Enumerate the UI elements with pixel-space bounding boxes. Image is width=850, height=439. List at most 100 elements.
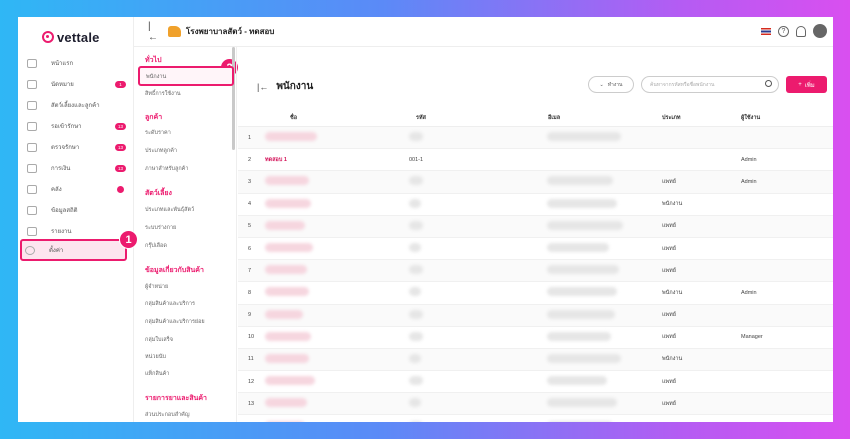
row-index: 9: [248, 312, 252, 319]
staff-email: [547, 220, 662, 232]
staff-name[interactable]: ทดสอบ 1: [265, 156, 409, 164]
sidebar-item-statistics[interactable]: ข้อมูลสถิติ: [24, 201, 128, 219]
search-icon[interactable]: [765, 80, 772, 87]
submenu-item-species[interactable]: ประเภทและพันธุ์สัตว์: [145, 206, 194, 214]
redacted-email: [547, 132, 621, 142]
staff-role: Admin: [741, 289, 757, 296]
staff-code: [409, 198, 547, 210]
logo[interactable]: vettale: [42, 29, 100, 45]
submenu-item-receipt-groups[interactable]: กลุ่มใบเสร็จ: [145, 336, 173, 344]
sidebar-item-settings[interactable]: ตั้งค่า: [20, 239, 127, 261]
main-content: |← พนักงาน ⌄ ทำงาน ค้นหาจากรหัสหรือชื่อพ…: [238, 47, 833, 422]
submenu-scrollbar[interactable]: [232, 47, 235, 150]
table-row[interactable]: 14: [238, 415, 833, 422]
avatar[interactable]: [813, 24, 827, 38]
clinic-name[interactable]: โรงพยาบาลสัตว์ - ทดสอบ: [186, 25, 274, 38]
dropdown-value: ทำงาน: [607, 81, 623, 88]
staff-type: แพทย์: [662, 378, 677, 385]
sidebar-item-home[interactable]: หน้าแรก: [24, 54, 128, 72]
sidebar-item-waiting[interactable]: รอเข้ารักษา 13: [24, 117, 128, 135]
back-icon[interactable]: |←: [257, 82, 268, 92]
table-row[interactable]: 12 แพทย์: [238, 371, 833, 394]
submenu-item-product-groups[interactable]: กลุ่มสินค้าและบริการ: [145, 300, 195, 308]
help-icon[interactable]: ?: [778, 25, 789, 37]
staff-name: [265, 220, 409, 232]
bell-icon[interactable]: [796, 25, 806, 37]
staff-code: 001-1: [409, 156, 424, 163]
submenu-item-suppliers[interactable]: ผู้จำหน่าย: [145, 283, 168, 291]
header-name[interactable]: ชื่อ: [265, 114, 409, 122]
sidebar-item-reports[interactable]: รายงาน: [24, 222, 128, 240]
staff-email: [547, 287, 662, 298]
row-index: 10: [248, 334, 255, 341]
home-icon: [27, 58, 37, 68]
sidebar-item-treatment[interactable]: ตรวจรักษา 13: [24, 138, 128, 156]
heart-logo-icon: [42, 31, 54, 43]
count-badge: 1: [115, 80, 126, 88]
submenu-item-body-systems[interactable]: ระบบร่างกาย: [145, 224, 176, 232]
collapse-sidebar-icon[interactable]: |←: [148, 21, 160, 43]
staff-email: [547, 309, 662, 321]
add-staff-button[interactable]: + เพิ่ม: [786, 76, 827, 93]
table-row[interactable]: 3 แพทย์ Admin: [238, 171, 833, 194]
staff-code: [409, 309, 547, 321]
redacted-name: [265, 265, 307, 275]
redacted-code: [409, 176, 423, 186]
staff-code: [409, 176, 547, 187]
submenu-item-permissions[interactable]: สิทธิ์การใช้งาน: [145, 90, 181, 98]
staff-type: แพทย์: [662, 223, 677, 230]
queue-icon: [27, 121, 37, 131]
submenu-item-staff[interactable]: พนักงาน: [138, 66, 234, 86]
search-placeholder: ค้นหาจากรหัสหรือชื่อพนักงาน: [650, 81, 715, 88]
table-row[interactable]: 2 ทดสอบ 1 001-1 Admin: [238, 149, 833, 172]
redacted-email: [547, 331, 611, 341]
table-row[interactable]: 11 พนักงาน: [238, 348, 833, 372]
table-row[interactable]: 9 แพทย์: [238, 304, 833, 327]
table-row[interactable]: 8 พนักงาน Admin: [238, 282, 833, 305]
sidebar-item-appointments[interactable]: นัดหมาย 1: [24, 75, 128, 93]
submenu-item-customer-language[interactable]: ภาษาสำหรับลูกค้า: [145, 165, 188, 173]
submenu-item-product-subgroups[interactable]: กลุ่มสินค้าและบริการย่อย: [145, 318, 205, 326]
table-row[interactable]: 1: [238, 127, 833, 150]
submenu-heading-medicines: รายการยาและสินค้า: [145, 395, 207, 402]
submenu-item-units[interactable]: หน่วยนับ: [145, 353, 166, 361]
header-type[interactable]: ประเภท: [662, 114, 741, 122]
redacted-email: [547, 398, 617, 408]
staff-email: [547, 398, 662, 409]
table-row[interactable]: 5 แพทย์: [238, 215, 833, 238]
search-input[interactable]: ค้นหาจากรหัสหรือชื่อพนักงาน: [641, 76, 779, 93]
staff-role: Manager: [741, 334, 763, 341]
staff-name: [265, 243, 409, 254]
row-index: 3: [248, 178, 252, 185]
header-code[interactable]: รหัส: [409, 114, 547, 122]
header-email[interactable]: อีเมล: [547, 114, 662, 122]
redacted-name: [265, 287, 309, 297]
plus-icon: +: [798, 81, 802, 88]
sidebar-item-finance[interactable]: การเงิน 13: [24, 159, 128, 177]
submenu-item-price-levels[interactable]: ระดับราคา: [145, 129, 171, 137]
status-filter-dropdown[interactable]: ⌄ ทำงาน: [588, 76, 634, 93]
staff-code: [409, 220, 547, 232]
table-row[interactable]: 7 แพทย์: [238, 260, 833, 283]
calendar-icon: [27, 79, 37, 89]
thai-flag-icon[interactable]: [761, 27, 771, 35]
page-header: |← พนักงาน: [257, 79, 313, 94]
submenu-item-product-tags[interactable]: แท็กสินค้า: [145, 370, 169, 378]
submenu-item-ingredients[interactable]: ส่วนประกอบสำคัญ: [145, 411, 190, 419]
submenu-item-blood-groups[interactable]: กรุ๊ปเลือด: [145, 242, 167, 250]
sidebar-item-inventory[interactable]: คลัง: [24, 180, 128, 198]
sidebar-item-pets-customers[interactable]: สัตว์เลี้ยงและลูกค้า: [24, 96, 128, 114]
table-row[interactable]: 10 แพทย์ Manager: [238, 327, 833, 349]
header-role[interactable]: ผู้ใช้งาน: [741, 114, 821, 122]
table-row[interactable]: 13 แพทย์: [238, 393, 833, 416]
redacted-code: [409, 220, 423, 230]
staff-type: แพทย์: [662, 312, 677, 319]
staff-code: [409, 287, 547, 298]
redacted-code: [409, 132, 423, 142]
redacted-code: [409, 287, 421, 297]
staff-email: [547, 265, 662, 276]
submenu-item-customer-types[interactable]: ประเภทลูกค้า: [145, 147, 177, 155]
table-row[interactable]: 4 พนักงาน: [238, 194, 833, 216]
redacted-name: [265, 309, 303, 319]
table-row[interactable]: 6 แพทย์: [238, 238, 833, 261]
